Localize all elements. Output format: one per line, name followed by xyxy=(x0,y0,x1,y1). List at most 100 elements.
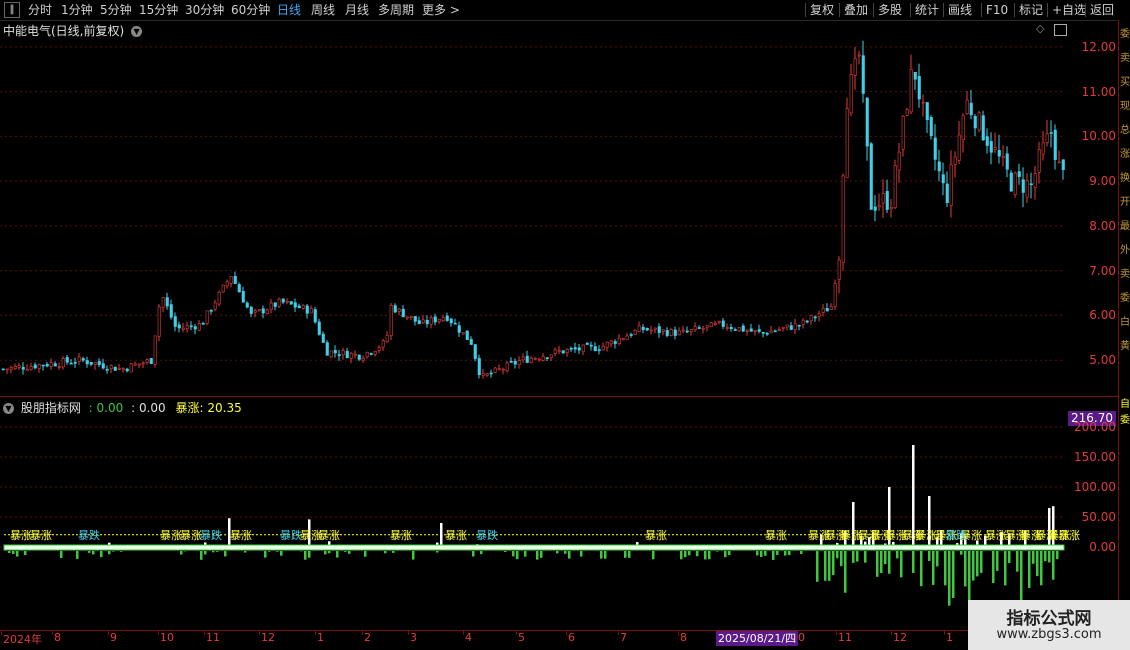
toolbar-button-3[interactable]: 统计 xyxy=(915,0,939,20)
candle xyxy=(777,326,781,332)
indicator-down-bar xyxy=(728,551,731,556)
indicator-down-bar xyxy=(224,551,227,557)
toolbar-separator xyxy=(1047,3,1048,17)
price-tick-label: 7.00 xyxy=(1089,263,1116,278)
date-tick-label: 4 xyxy=(465,631,472,644)
candle xyxy=(337,350,341,361)
indicator-down-bar xyxy=(556,551,559,554)
signal-up-label: 暴涨 xyxy=(318,529,340,542)
indicator-down-bar xyxy=(120,551,123,552)
price-tick-label: 10.00 xyxy=(1081,129,1116,144)
candle xyxy=(325,340,329,356)
candle xyxy=(821,304,825,317)
period-tab-5[interactable]: 60分钟 xyxy=(231,0,270,20)
candle xyxy=(201,321,205,325)
indicator-down-bar xyxy=(816,551,819,582)
period-tab-6[interactable]: 日线 xyxy=(277,0,301,20)
candle xyxy=(717,320,721,325)
candle xyxy=(641,324,645,334)
candle xyxy=(97,358,101,368)
candle xyxy=(713,320,717,326)
candle xyxy=(397,307,401,316)
indicator-down-bar xyxy=(216,551,219,552)
indicator-down-bar xyxy=(600,551,603,559)
indicator-tick-label: 50.00 xyxy=(1081,510,1116,524)
candle xyxy=(109,364,113,374)
panel-toggle-icon[interactable] xyxy=(1054,24,1067,36)
period-tab-7[interactable]: 周线 xyxy=(311,0,335,20)
quote-label-char: 换 xyxy=(1120,173,1130,184)
toolbar-separator xyxy=(910,3,911,17)
signal-up-label: 暴涨 xyxy=(645,529,667,542)
period-tab-4[interactable]: 30分钟 xyxy=(185,0,224,20)
candle xyxy=(517,356,521,369)
indicator-down-bar xyxy=(840,551,843,567)
toolbar-button-1[interactable]: 叠加 xyxy=(844,0,868,20)
period-tab-2[interactable]: 5分钟 xyxy=(100,0,132,20)
candle xyxy=(25,364,29,371)
indicator-down-bar xyxy=(844,551,847,593)
indicator-down-bar xyxy=(412,551,415,560)
candle xyxy=(725,323,729,331)
candle xyxy=(909,54,913,115)
indicator-tick-label: 200.00 xyxy=(1074,420,1116,435)
indicator-down-bar xyxy=(280,551,283,556)
price-chart[interactable] xyxy=(0,20,1118,396)
period-tab-3[interactable]: 15分钟 xyxy=(139,0,178,20)
indicator-down-bar xyxy=(472,551,475,557)
candle xyxy=(741,323,745,333)
candle xyxy=(669,327,673,337)
indicator-down-bar xyxy=(960,551,963,555)
indicator-down-bar xyxy=(88,551,91,553)
value2: 0.00 xyxy=(138,401,166,415)
candle xyxy=(85,356,89,368)
candle xyxy=(857,50,861,65)
indicator-down-bar xyxy=(1016,551,1019,572)
period-tab-1[interactable]: 1分钟 xyxy=(61,0,93,20)
toolbar-separator xyxy=(1014,3,1015,17)
indicator-chart[interactable]: 暴涨暴涨 暴涨暴涨 暴涨 暴涨暴涨 暴涨 暴涨 暴涨 暴涨 暴涨暴涨暴涨暴涨暴涨暴涨暴涨暴涨暴涨… xyxy=(0,397,1118,630)
toolbar-button-8[interactable]: 返回 xyxy=(1090,0,1114,20)
diamond-icon[interactable]: ◇ xyxy=(1036,22,1044,35)
quote-label-char: 涨 xyxy=(1120,149,1130,160)
candle xyxy=(205,310,209,326)
date-tick xyxy=(566,631,567,635)
toolbar-button-4[interactable]: 画线 xyxy=(948,0,972,20)
candle xyxy=(673,326,677,340)
period-tab-0[interactable]: 分时 xyxy=(28,0,52,20)
candle xyxy=(697,325,701,330)
toolbar-button-0[interactable]: 复权 xyxy=(810,0,834,20)
candle xyxy=(937,149,941,182)
candle xyxy=(377,345,381,354)
candle xyxy=(913,71,917,90)
toolbar-button-2[interactable]: 多股 xyxy=(878,0,902,20)
indicator-down-bar xyxy=(568,551,571,559)
toolbar-button-6[interactable]: 标记 xyxy=(1019,0,1043,20)
toolbar-button-7[interactable]: +自选 xyxy=(1052,0,1086,20)
candle xyxy=(709,322,713,327)
toolbar-back-icon[interactable]: ‖ xyxy=(4,2,20,18)
candle xyxy=(445,312,449,322)
indicator-down-bar xyxy=(1052,551,1055,580)
candle xyxy=(729,323,733,332)
signal-up-label: 暴涨 xyxy=(230,529,252,542)
quote-label-char: 最 xyxy=(1120,221,1130,232)
date-tick xyxy=(259,631,260,635)
period-tab-9[interactable]: 多周期 xyxy=(378,0,414,20)
period-tab-10[interactable]: 更多 > xyxy=(422,0,460,20)
title-dropdown-icon[interactable]: ▼ xyxy=(131,26,143,37)
indicator-dropdown-icon[interactable]: ▼ xyxy=(3,403,14,414)
candle xyxy=(373,350,377,357)
candle xyxy=(601,342,605,351)
indicator-down-bar xyxy=(392,551,395,553)
indicator-down-bar xyxy=(344,551,347,552)
date-tick-label: 1 xyxy=(317,631,324,644)
candle xyxy=(297,303,301,309)
candle xyxy=(313,306,317,324)
toolbar-button-5[interactable]: F10 xyxy=(986,0,1008,20)
period-tab-8[interactable]: 月线 xyxy=(345,0,369,20)
candle xyxy=(349,351,353,364)
candle xyxy=(721,317,725,330)
candle xyxy=(633,329,637,336)
candle xyxy=(289,301,293,305)
